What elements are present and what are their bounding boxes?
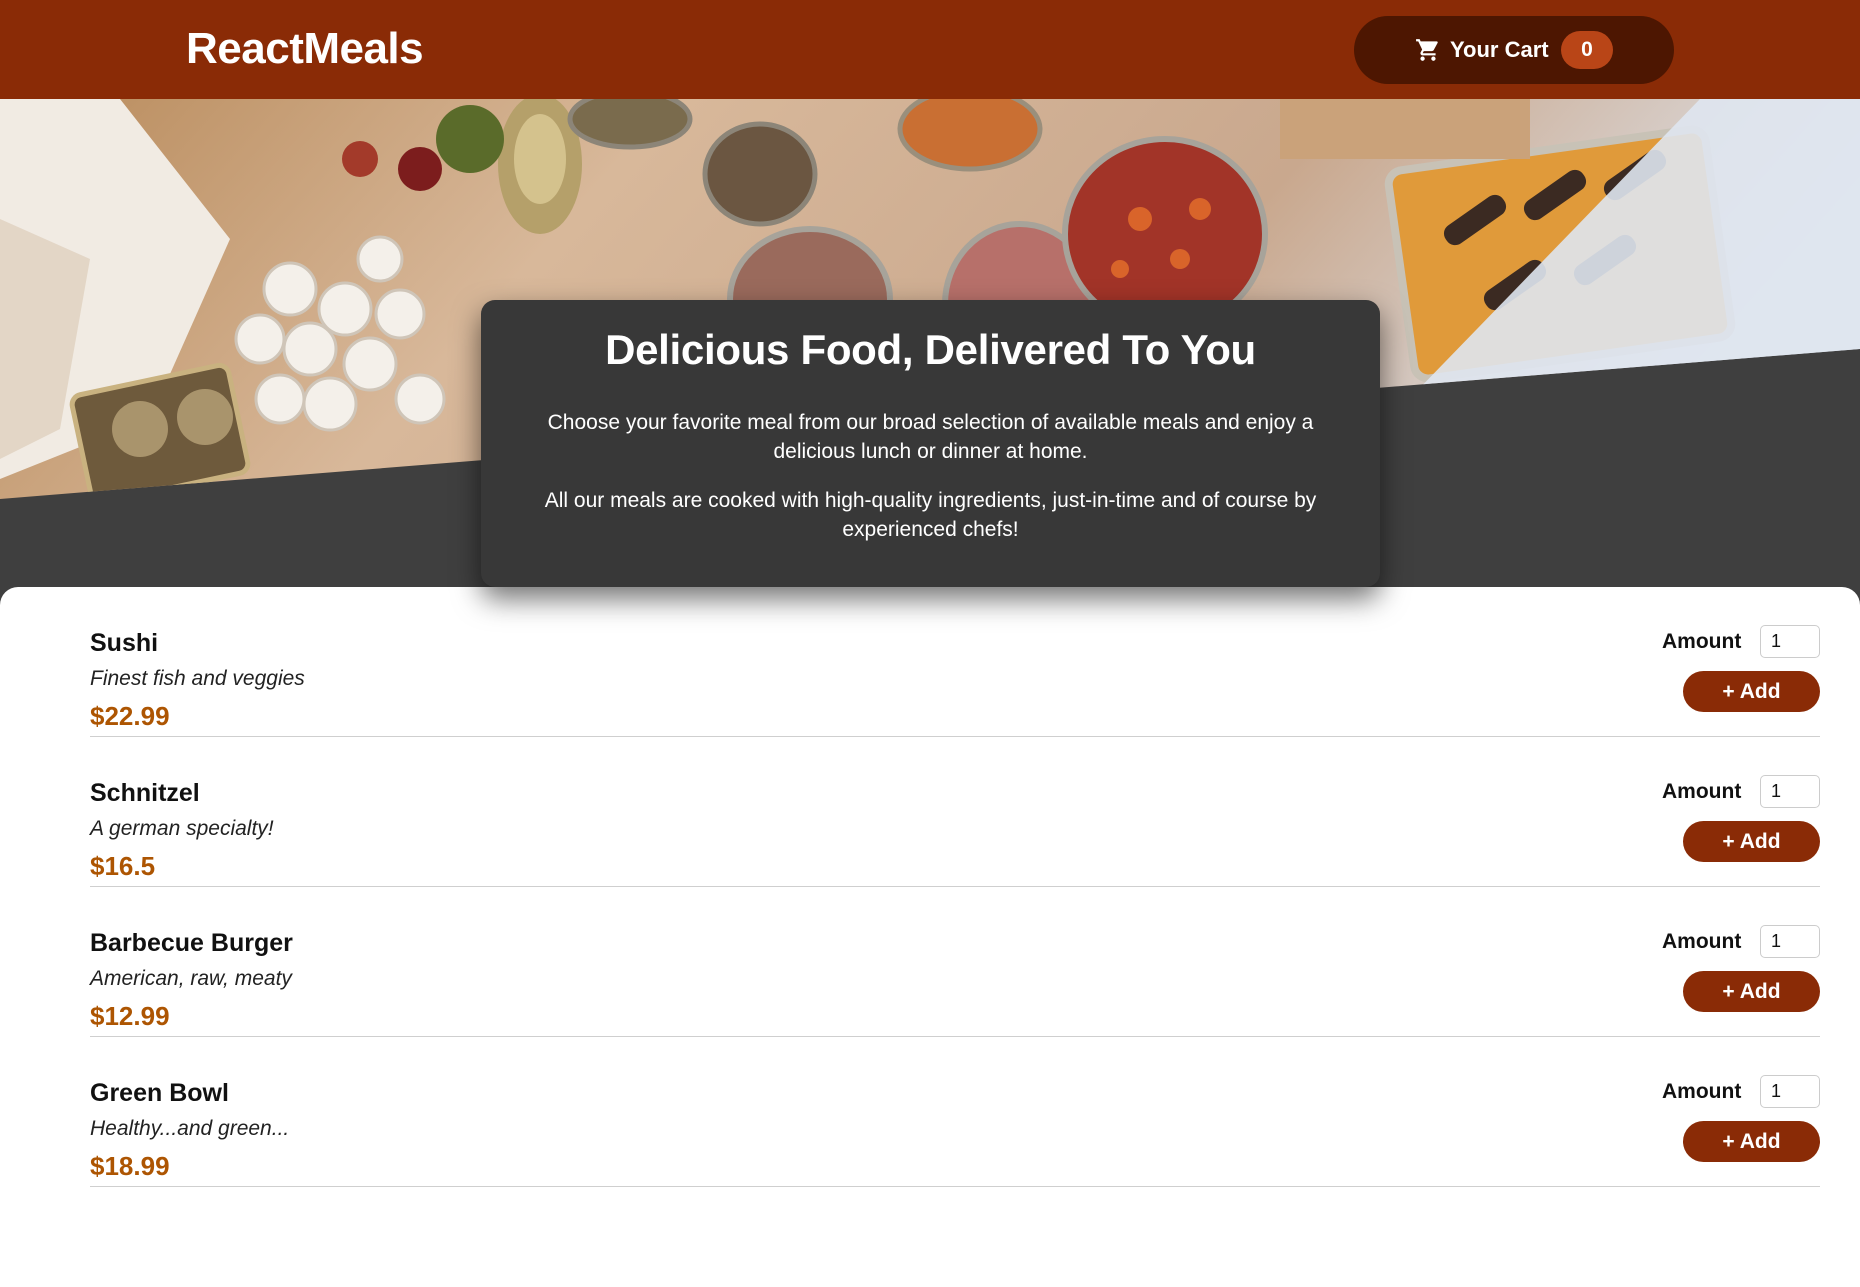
amount-input[interactable]: [1760, 775, 1820, 808]
meal-item-sushi: Sushi Finest fish and veggies $22.99 Amo…: [90, 587, 1820, 737]
cart-button[interactable]: Your Cart 0: [1354, 16, 1674, 84]
amount-label: Amount: [1662, 780, 1742, 803]
app-header: ReactMeals Your Cart 0: [0, 0, 1860, 99]
add-to-cart-button[interactable]: + Add: [1683, 1121, 1820, 1162]
meals-summary-card: Delicious Food, Delivered To You Choose …: [481, 300, 1380, 587]
add-to-cart-button[interactable]: + Add: [1683, 671, 1820, 712]
app-logo: ReactMeals: [186, 24, 424, 73]
cart-label: Your Cart: [1450, 37, 1549, 62]
meal-item-barbecue-burger: Barbecue Burger American, raw, meaty $12…: [90, 887, 1820, 1037]
amount-input[interactable]: [1760, 925, 1820, 958]
meal-price: $16.5: [90, 851, 156, 881]
add-to-cart-button[interactable]: + Add: [1683, 971, 1820, 1012]
meal-description: Finest fish and veggies: [90, 667, 305, 690]
meal-description: Healthy...and green...: [90, 1117, 290, 1140]
meal-price: $18.99: [90, 1151, 170, 1181]
add-to-cart-button[interactable]: + Add: [1683, 821, 1820, 862]
meal-name: Schnitzel: [90, 779, 200, 807]
amount-label: Amount: [1662, 1080, 1742, 1103]
meal-item-green-bowl: Green Bowl Healthy...and green... $18.99…: [90, 1037, 1820, 1187]
amount-label: Amount: [1662, 630, 1742, 653]
meal-name: Sushi: [90, 629, 159, 657]
summary-paragraph: All our meals are cooked with high-quali…: [544, 489, 1317, 541]
amount-input[interactable]: [1760, 625, 1820, 658]
meal-price: $12.99: [90, 1001, 170, 1031]
amount-label: Amount: [1662, 930, 1742, 953]
amount-input[interactable]: [1760, 1075, 1820, 1108]
cart-count-badge: 0: [1561, 31, 1613, 69]
meal-name: Green Bowl: [90, 1079, 229, 1107]
meal-name: Barbecue Burger: [90, 929, 293, 957]
meal-price: $22.99: [90, 701, 170, 731]
meal-description: A german specialty!: [90, 817, 274, 840]
summary-paragraph: Choose your favorite meal from our broad…: [547, 411, 1314, 463]
summary-title: Delicious Food, Delivered To You: [605, 326, 1256, 373]
meals-list: Sushi Finest fish and veggies $22.99 Amo…: [0, 587, 1860, 1287]
meal-item-schnitzel: Schnitzel A german specialty! $16.5 Amou…: [90, 737, 1820, 887]
cart-icon: [1416, 39, 1438, 61]
meal-description: American, raw, meaty: [90, 967, 292, 990]
